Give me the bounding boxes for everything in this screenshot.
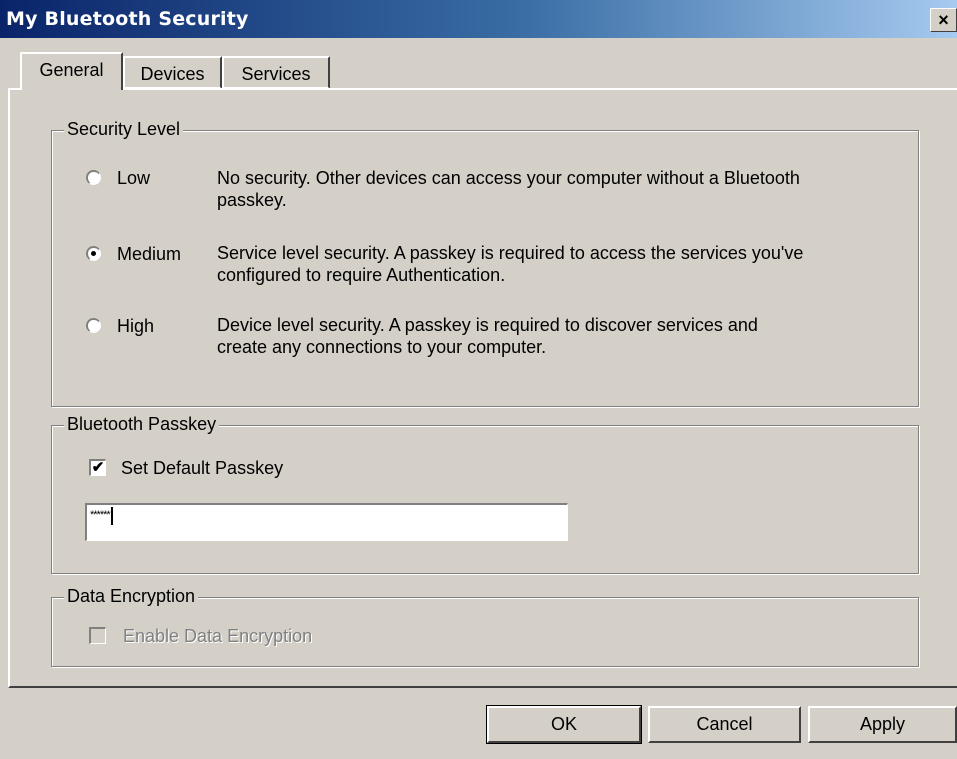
ok-button-label: OK <box>550 714 577 734</box>
close-button[interactable]: × <box>930 8 957 32</box>
tab-general[interactable]: General <box>20 52 123 90</box>
radio-medium[interactable] <box>86 246 101 261</box>
tab-devices-label: Devices <box>140 64 205 84</box>
high-description: Device level security. A passkey is requ… <box>217 314 927 358</box>
passkey-value: ****** <box>90 509 111 521</box>
window-title: My Bluetooth Security <box>6 8 249 30</box>
cancel-button-label: Cancel <box>696 714 753 734</box>
high-description-line2: create any connections to your computer. <box>217 337 547 357</box>
radio-low[interactable] <box>86 170 101 185</box>
data-encryption-legend: Data Encryption <box>64 586 199 607</box>
enable-data-encryption-checkbox[interactable] <box>89 627 106 644</box>
low-description-line2: passkey. <box>217 190 287 210</box>
medium-description-line1: Service level security. A passkey is req… <box>217 243 804 263</box>
tab-services-label: Services <box>241 64 311 84</box>
title-bar: My Bluetooth Security × <box>0 0 957 38</box>
high-description-line1: Device level security. A passkey is requ… <box>217 315 758 335</box>
low-description-line1: No security. Other devices can access yo… <box>217 168 800 188</box>
close-icon: × <box>938 10 949 30</box>
radio-high[interactable] <box>86 318 101 333</box>
apply-button-label: Apply <box>859 714 906 734</box>
security-level-legend: Security Level <box>64 119 184 140</box>
cancel-button[interactable]: Cancel <box>648 706 801 743</box>
text-caret <box>110 507 113 525</box>
radio-high-label[interactable]: High <box>117 316 154 337</box>
tab-services[interactable]: Services <box>222 56 330 89</box>
radio-medium-label[interactable]: Medium <box>117 244 181 265</box>
apply-button[interactable]: Apply <box>808 706 957 743</box>
enable-data-encryption-label[interactable]: Enable Data Encryption <box>123 626 312 647</box>
passkey-input[interactable]: ****** <box>85 503 568 541</box>
set-default-passkey-checkbox[interactable]: ✔ <box>89 459 106 476</box>
set-default-passkey-label[interactable]: Set Default Passkey <box>121 458 283 479</box>
low-description: No security. Other devices can access yo… <box>217 167 927 211</box>
radio-selected-dot <box>91 251 96 256</box>
radio-low-label[interactable]: Low <box>117 168 150 189</box>
tab-general-label: General <box>39 60 104 80</box>
bluetooth-passkey-legend: Bluetooth Passkey <box>64 414 220 435</box>
tab-devices[interactable]: Devices <box>123 56 222 89</box>
check-icon: ✔ <box>91 459 105 476</box>
medium-description: Service level security. A passkey is req… <box>217 242 927 286</box>
medium-description-line2: configured to require Authentication. <box>217 265 506 285</box>
ok-button[interactable]: OK <box>486 705 642 744</box>
bluetooth-passkey-group <box>51 425 919 574</box>
